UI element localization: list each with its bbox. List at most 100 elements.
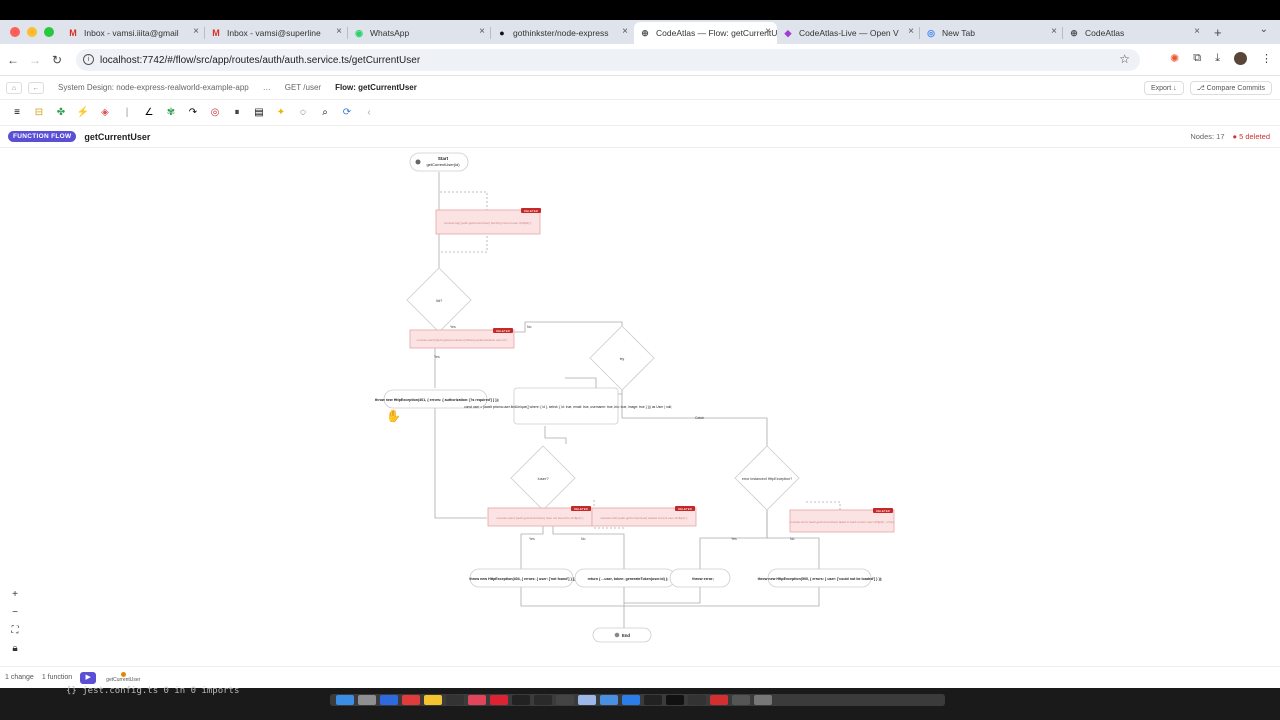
maximize-window-button[interactable]: [44, 27, 54, 37]
deleted-node[interactable]: DELETED console.warn(`[auth.getCurrentUs…: [487, 506, 593, 527]
tab-search-icon[interactable]: ⌄: [1260, 24, 1268, 35]
browser-tab[interactable]: ◉ WhatsApp ×: [348, 22, 491, 44]
avatar[interactable]: [1234, 52, 1247, 65]
browser-menu-icon[interactable]: ⋮: [1261, 52, 1272, 65]
close-tab-icon[interactable]: ×: [479, 26, 485, 37]
tree-icon[interactable]: ⊟: [32, 106, 46, 120]
user-condition-node[interactable]: !user?: [510, 445, 576, 511]
close-tab-icon[interactable]: ×: [1194, 26, 1200, 37]
trend-icon[interactable]: ∠: [142, 106, 156, 120]
app-icon[interactable]: [512, 695, 530, 705]
extensions-puzzle-icon[interactable]: ⧉: [1193, 52, 1201, 65]
browser-tab[interactable]: ◆ CodeAtlas-Live — Open V ×: [777, 22, 920, 44]
minimize-window-button[interactable]: [27, 27, 37, 37]
safari-icon[interactable]: [380, 695, 398, 705]
throw-500-node[interactable]: throw new HttpException(500, { errors: {…: [758, 568, 883, 588]
fit-view-icon[interactable]: ⛶: [8, 624, 22, 638]
breadcrumb-endpoint[interactable]: GET /user: [285, 83, 321, 92]
reload-icon[interactable]: ↻: [46, 53, 68, 67]
export-button[interactable]: Export ↓: [1143, 81, 1184, 95]
downloads-icon[interactable]: [732, 695, 750, 705]
home-icon[interactable]: ⌂: [6, 81, 22, 94]
app-icon[interactable]: [666, 695, 684, 705]
back-icon[interactable]: ←: [28, 81, 44, 94]
condition-node[interactable]: !id?: [406, 267, 472, 333]
app-icon[interactable]: [534, 695, 552, 705]
flow-diagram[interactable]: Start getCurrentUser(id) DELETED console…: [0, 148, 1280, 666]
play-button[interactable]: ▶: [80, 671, 97, 684]
notes-icon[interactable]: [424, 695, 442, 705]
throw-error-node[interactable]: throw error;: [669, 568, 731, 588]
chrome-dock-icon[interactable]: [710, 695, 728, 705]
app-icon[interactable]: [490, 695, 508, 705]
refresh-icon[interactable]: ⟳: [340, 106, 354, 120]
deleted-node[interactable]: DELETED console.warn('[auth.getCurrentUs…: [409, 328, 515, 349]
close-tab-icon[interactable]: ×: [193, 26, 199, 37]
menu-icon[interactable]: ≡: [10, 106, 24, 120]
url-field[interactable]: i localhost:7742/#/flow/src/app/routes/a…: [76, 49, 1140, 71]
app-icon[interactable]: [600, 695, 618, 705]
pause-icon[interactable]: ⏸: [230, 106, 244, 120]
app-icon[interactable]: [556, 695, 574, 705]
error-condition-node[interactable]: error instanceof HttpException?: [734, 445, 800, 511]
calendar-icon[interactable]: [402, 695, 420, 705]
trash-icon[interactable]: [754, 695, 772, 705]
close-tab-icon[interactable]: ×: [765, 26, 771, 37]
download-icon[interactable]: ⤓: [1215, 52, 1220, 65]
extension-icon[interactable]: ✺: [1170, 52, 1179, 65]
branch-icon[interactable]: ✾: [164, 106, 178, 120]
throw-404-node[interactable]: throw new HttpException(404, { errors: {…: [469, 568, 577, 588]
zoom-in-icon[interactable]: +: [8, 588, 22, 602]
bookmark-star-icon[interactable]: ☆: [1119, 52, 1130, 66]
browser-tab[interactable]: M Inbox - vamsi@superline ×: [205, 22, 348, 44]
close-tab-icon[interactable]: ×: [1051, 26, 1057, 37]
collapse-icon[interactable]: ‹: [362, 106, 376, 120]
app-icon[interactable]: [688, 695, 706, 705]
deleted-node[interactable]: DELETED console.error(`[auth.getCurrentU…: [790, 508, 895, 533]
app-icon[interactable]: [644, 695, 662, 705]
breadcrumb-system-design[interactable]: System Design: node-express-realworld-ex…: [58, 83, 249, 92]
music-icon[interactable]: [468, 695, 486, 705]
browser-tab[interactable]: ⊕ CodeAtlas ×: [1063, 22, 1206, 44]
deleted-node[interactable]: DELETED console.info(`[auth.getCurrentUs…: [591, 506, 697, 527]
const-user-node[interactable]: const user = (await prisma.user.findUniq…: [464, 387, 672, 425]
start-node[interactable]: Start getCurrentUser(id): [409, 152, 469, 172]
timeline-node[interactable]: getCurrentUser: [106, 672, 140, 683]
browser-tab-active[interactable]: ⊕ CodeAtlas — Flow: getCurrentUser ×: [634, 22, 777, 44]
deleted-code: console.info(`[auth.getCurrentUser] load…: [600, 516, 687, 520]
lock-icon[interactable]: 🔒︎: [8, 642, 22, 656]
tag-icon[interactable]: ◈: [98, 106, 112, 120]
close-tab-icon[interactable]: ×: [336, 26, 342, 37]
launchpad-icon[interactable]: [358, 695, 376, 705]
document-icon[interactable]: ▤: [252, 106, 266, 120]
try-node[interactable]: try: [589, 325, 655, 391]
finder-icon[interactable]: [336, 695, 354, 705]
deleted-node[interactable]: DELETED console.log(`[auth.getCurrentUse…: [435, 208, 541, 235]
network-icon[interactable]: ✤: [54, 106, 68, 120]
flow-canvas[interactable]: Start getCurrentUser(id) DELETED console…: [0, 148, 1280, 666]
app-icon[interactable]: [578, 695, 596, 705]
close-tab-icon[interactable]: ×: [908, 26, 914, 37]
site-info-icon[interactable]: i: [83, 54, 94, 65]
app-icon[interactable]: [622, 695, 640, 705]
new-tab-button[interactable]: +: [1214, 25, 1222, 40]
breadcrumb-ellipsis[interactable]: …: [263, 83, 271, 92]
close-tab-icon[interactable]: ×: [622, 26, 628, 37]
back-icon[interactable]: ←: [2, 53, 24, 67]
end-node[interactable]: End: [592, 627, 652, 643]
forward-icon[interactable]: →: [24, 53, 46, 67]
search-icon[interactable]: ⌕: [318, 106, 332, 120]
lightning-icon[interactable]: ⚡: [76, 106, 90, 120]
browser-tab[interactable]: ● gothinkster/node-express ×: [491, 22, 634, 44]
browser-tab[interactable]: M Inbox - vamsi.iiita@gmail ×: [62, 22, 205, 44]
browser-tab[interactable]: ◎ New Tab ×: [920, 22, 1063, 44]
terminal-icon[interactable]: [446, 695, 464, 705]
target-icon[interactable]: ◎: [208, 106, 222, 120]
sparkle-icon[interactable]: ✦: [274, 106, 288, 120]
compare-commits-button[interactable]: ⎇ Compare Commits: [1189, 81, 1272, 95]
redo-icon[interactable]: ↷: [186, 106, 200, 120]
return-node[interactable]: return { ...user, token: generateToken(u…: [574, 568, 676, 588]
close-window-button[interactable]: [10, 27, 20, 37]
zoom-out-icon[interactable]: −: [8, 606, 22, 620]
comment-icon[interactable]: ◌: [296, 106, 310, 120]
